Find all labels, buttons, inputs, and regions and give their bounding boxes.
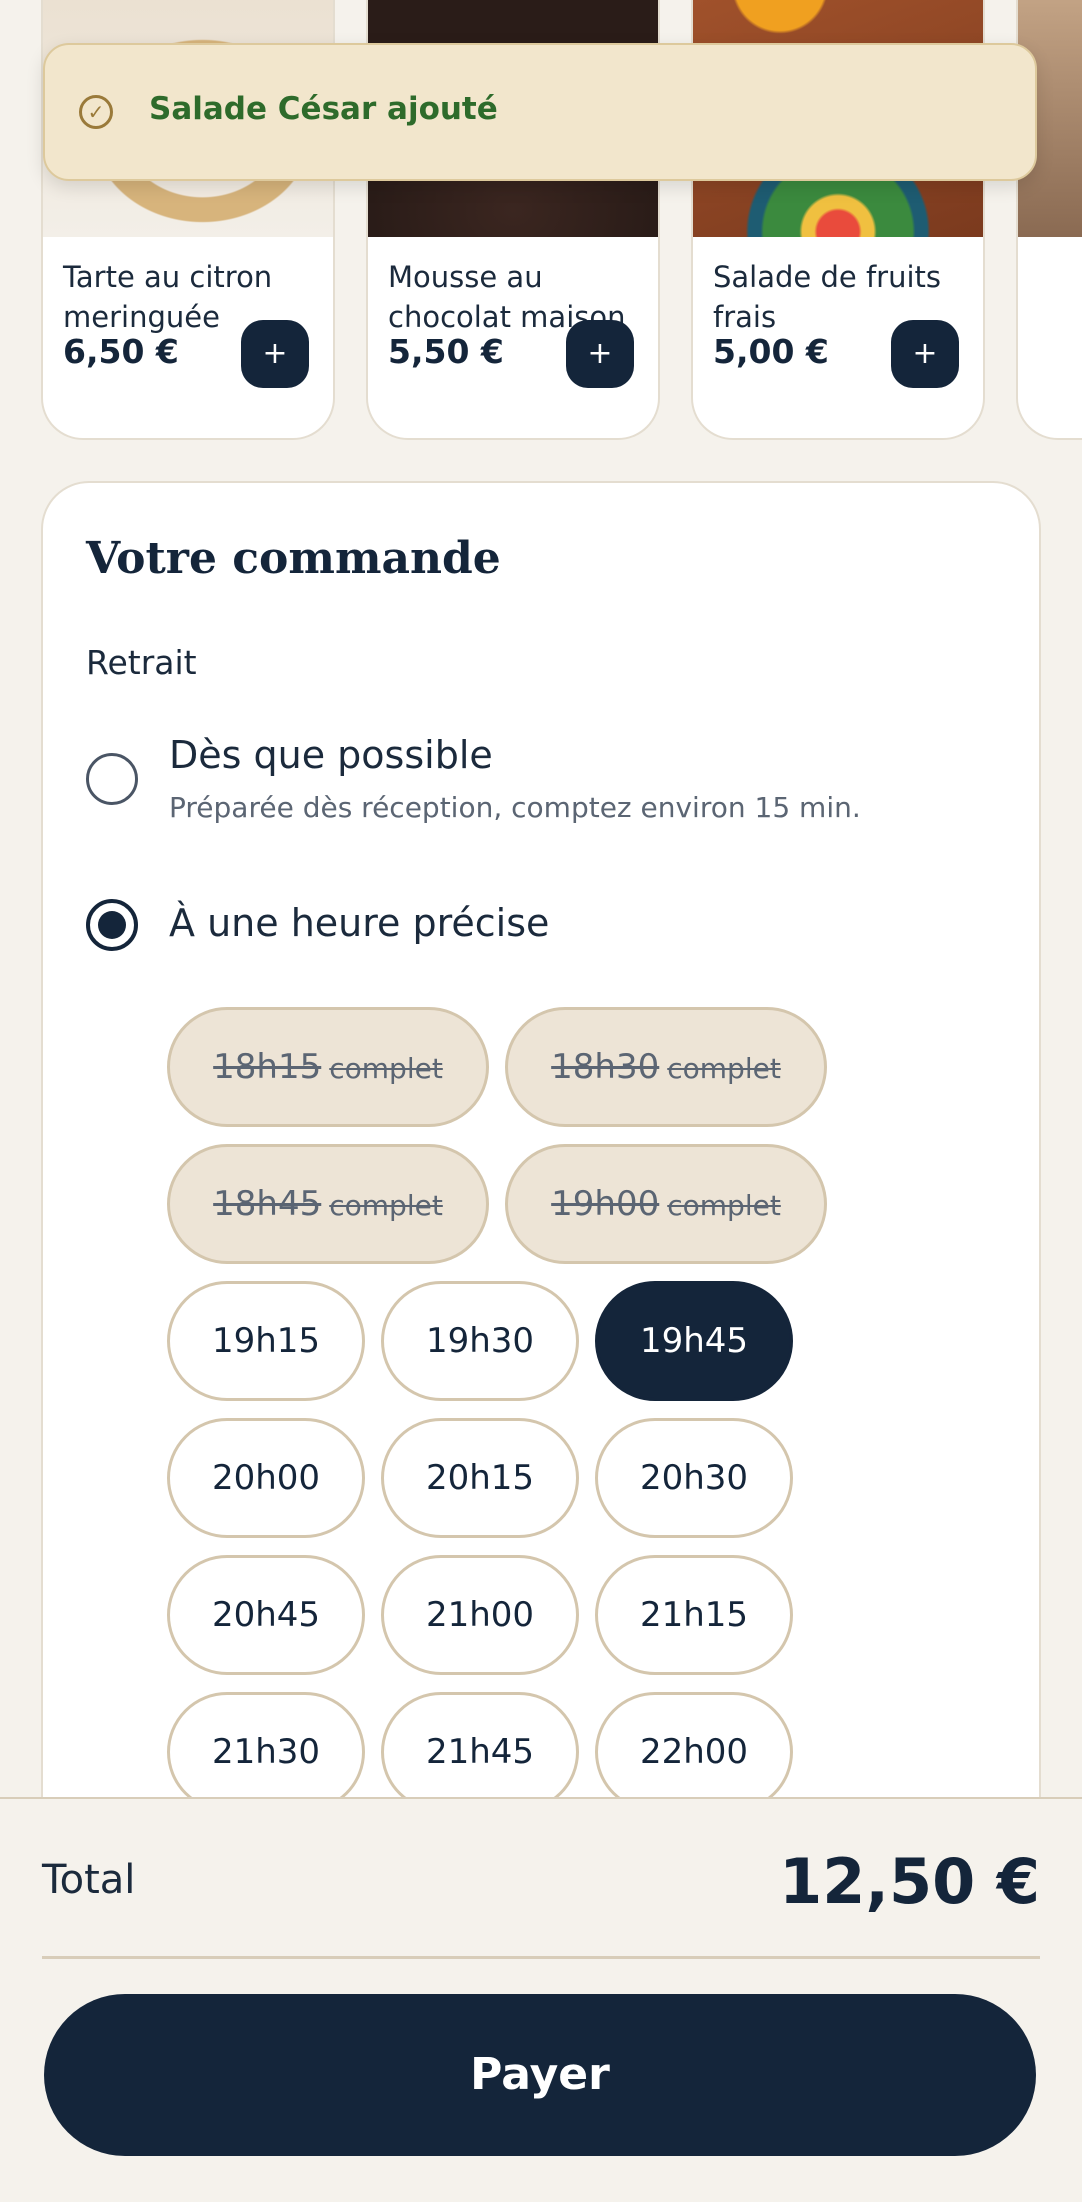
- time-slot-full: 18h45 complet: [167, 1144, 489, 1264]
- checkout-bar: Total 12,50 € Payer: [0, 1797, 1082, 2202]
- time-slot[interactable]: 20h30: [595, 1418, 793, 1538]
- order-panel: Votre commande Retrait Dès que possible …: [41, 481, 1041, 1881]
- time-slot[interactable]: 20h00: [167, 1418, 365, 1538]
- total-value: 12,50 €: [779, 1845, 1040, 1918]
- time-slot-full: 18h15 complet: [167, 1007, 489, 1127]
- divider: [42, 1956, 1040, 1959]
- add-to-cart-button[interactable]: +: [241, 320, 309, 388]
- radio-asap[interactable]: [86, 753, 138, 805]
- add-to-cart-button[interactable]: +: [566, 320, 634, 388]
- time-slot[interactable]: 19h30: [381, 1281, 579, 1401]
- time-slot[interactable]: 20h15: [381, 1418, 579, 1538]
- time-slot-full: 19h00 complet: [505, 1144, 827, 1264]
- time-slot[interactable]: 22h00: [595, 1692, 793, 1812]
- product-price: 6,50 €: [63, 332, 179, 371]
- total-label: Total: [42, 1857, 136, 1903]
- option-specific-time-label[interactable]: À une heure précise: [169, 901, 549, 945]
- pay-button[interactable]: Payer: [44, 1994, 1036, 2156]
- option-asap-hint: Préparée dès réception, comptez environ …: [169, 791, 861, 824]
- product-price: 5,50 €: [388, 332, 504, 371]
- check-circle-icon: ✓: [79, 95, 113, 129]
- time-slot[interactable]: 21h15: [595, 1555, 793, 1675]
- order-title: Votre commande: [86, 533, 501, 584]
- time-slot-full: 18h30 complet: [505, 1007, 827, 1127]
- add-to-cart-button[interactable]: +: [891, 320, 959, 388]
- time-slot[interactable]: 20h45: [167, 1555, 365, 1675]
- time-slot[interactable]: 21h45: [381, 1692, 579, 1812]
- added-toast: ✓ Salade César ajouté: [43, 43, 1037, 181]
- time-slot[interactable]: 21h30: [167, 1692, 365, 1812]
- product-price: 5,00 €: [713, 332, 829, 371]
- toast-message: Salade César ajouté: [149, 91, 498, 127]
- time-slot[interactable]: 21h00: [381, 1555, 579, 1675]
- time-slot[interactable]: 19h15: [167, 1281, 365, 1401]
- option-asap-label[interactable]: Dès que possible: [169, 733, 493, 777]
- time-slot-selected[interactable]: 19h45: [595, 1281, 793, 1401]
- radio-specific-time[interactable]: [86, 899, 138, 951]
- pickup-section-label: Retrait: [86, 643, 197, 682]
